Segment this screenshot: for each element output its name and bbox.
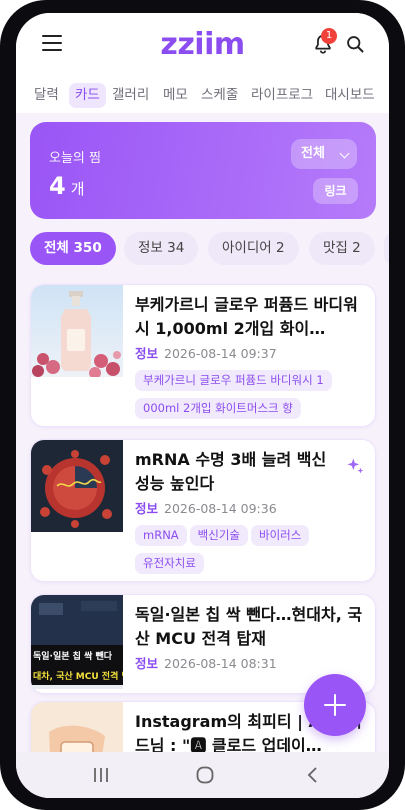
tag[interactable]: 바이러스 xyxy=(251,525,310,546)
chevron-down-icon xyxy=(339,148,350,159)
tag[interactable]: 000ml 2개입 화이트머스크 향 xyxy=(135,398,301,419)
home-icon[interactable] xyxy=(196,766,214,784)
app-screen: zziim 1 달력 카드 갤러리 메모 스케줄 라이프로그 대시보드 오늘의 … xyxy=(16,13,389,798)
top-app-bar: zziim 1 xyxy=(16,13,389,77)
power-button xyxy=(401,198,405,268)
side-button xyxy=(0,168,4,224)
summary-link-button[interactable]: 링크 xyxy=(313,178,358,204)
system-nav-bar xyxy=(16,752,389,798)
card-timestamp: 2026-08-14 09:36 xyxy=(164,501,277,516)
card-timestamp: 2026-08-14 09:37 xyxy=(164,346,277,361)
today-summary-card: 오늘의 찜 4개 전체 링크 xyxy=(30,122,376,219)
notification-badge: 1 xyxy=(321,28,337,44)
tab-memo[interactable]: 메모 xyxy=(159,83,192,108)
add-button[interactable] xyxy=(304,674,366,736)
sparkle-icon[interactable] xyxy=(345,456,365,476)
back-icon[interactable] xyxy=(304,766,322,784)
thumb-headline: 독일·일본 칩 싹 뺀다 xyxy=(33,650,113,662)
card-category: 정보 xyxy=(135,501,159,516)
tag[interactable]: mRNA xyxy=(135,525,187,546)
tab-card[interactable]: 카드 xyxy=(69,83,106,108)
card-timestamp: 2026-08-14 08:31 xyxy=(164,656,277,671)
view-tabs: 달력 카드 갤러리 메모 스케줄 라이프로그 대시보드 xyxy=(16,77,389,113)
list-item[interactable]: mRNA 수명 3배 늘려 백신 성능 높인다 정보 2026-08-14 09:… xyxy=(30,439,376,582)
card-title: 독일·일본 칩 싹 뺀다…현대차, 국산 MCU 전격 탑재 xyxy=(135,605,363,648)
card-tags: 부케가르니 글로우 퍼퓸드 바디워시 1 000ml 2개입 화이트머스크 향 xyxy=(135,369,373,425)
card-tags: mRNA 백신기술 바이러스유전자치료 xyxy=(135,524,373,580)
card-title: 부케가르니 글로우 퍼퓸드 바디워시 1,000ml 2개입 화이… xyxy=(135,295,358,338)
card-thumbnail xyxy=(31,440,123,532)
search-icon[interactable] xyxy=(345,34,365,54)
summary-filter-select[interactable]: 전체 xyxy=(291,139,357,169)
tab-dashboard[interactable]: 대시보드 xyxy=(321,83,379,108)
phone-frame: zziim 1 달력 카드 갤러리 메모 스케줄 라이프로그 대시보드 오늘의 … xyxy=(0,0,405,810)
tab-lifelog[interactable]: 라이프로그 xyxy=(247,83,317,108)
card-meta: 정보 2026-08-14 08:31 xyxy=(135,653,277,672)
filter-chip-more[interactable] xyxy=(384,232,389,265)
filter-chip-all[interactable]: 전체 350 xyxy=(30,232,116,265)
tab-schedule[interactable]: 스케줄 xyxy=(197,83,242,108)
card-thumbnail xyxy=(31,285,123,377)
summary-count-unit: 개 xyxy=(70,180,85,198)
card-title: mRNA 수명 3배 늘려 백신 성능 높인다 xyxy=(135,450,327,493)
tab-calendar[interactable]: 달력 xyxy=(30,83,63,108)
card-meta: 정보 2026-08-14 09:36 xyxy=(135,498,277,517)
summary-filter-label: 전체 xyxy=(301,146,325,161)
filter-chip-idea[interactable]: 아이디어 2 xyxy=(208,232,299,265)
filter-chip-info[interactable]: 정보 34 xyxy=(124,232,199,265)
tag[interactable]: 유전자치료 xyxy=(135,553,204,574)
card-category: 정보 xyxy=(135,656,159,671)
tab-gallery[interactable]: 갤러리 xyxy=(108,83,153,108)
side-button xyxy=(0,118,4,148)
tag[interactable]: 부케가르니 글로우 퍼퓸드 바디워시 1 xyxy=(135,370,332,391)
list-item[interactable]: 부케가르니 글로우 퍼퓸드 바디워시 1,000ml 2개입 화이… 정보 202… xyxy=(30,284,376,427)
thumb-subheadline: 대차, 국산 MCU 전격 탑 xyxy=(33,670,123,682)
summary-label: 오늘의 찜 xyxy=(49,151,101,166)
summary-count-number: 4 xyxy=(49,172,66,200)
summary-count: 4개 xyxy=(49,172,85,200)
card-thumbnail: 독일·일본 칩 싹 뺀다 대차, 국산 MCU 전격 탑 xyxy=(31,595,123,689)
tag[interactable]: 백신기술 xyxy=(189,525,248,546)
card-meta: 정보 2026-08-14 09:37 xyxy=(135,343,277,362)
filter-chip-restaurant[interactable]: 맛집 2 xyxy=(309,232,375,265)
recent-apps-icon[interactable] xyxy=(92,766,110,784)
card-category: 정보 xyxy=(135,346,159,361)
